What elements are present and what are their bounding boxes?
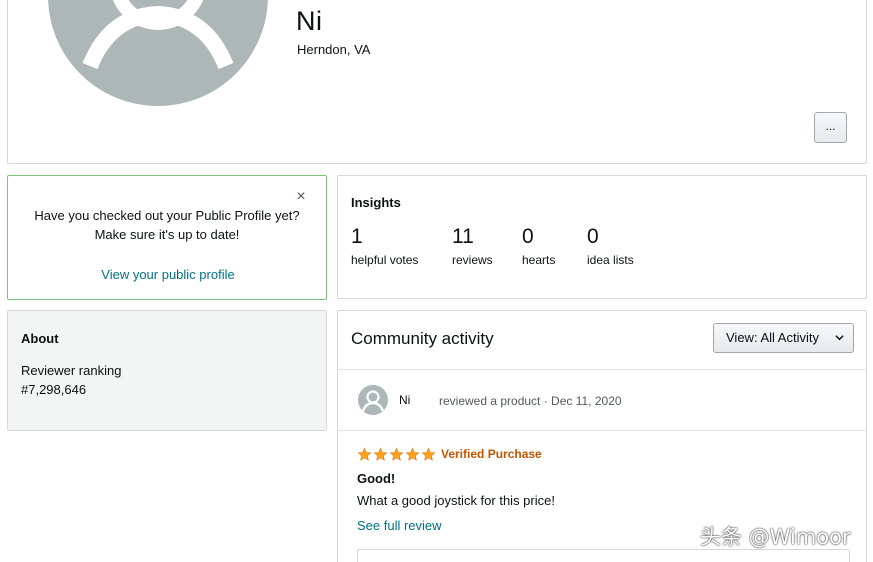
activity-meta: reviewed a product · Dec 11, 2020 bbox=[439, 394, 622, 408]
more-options-button[interactable]: ... bbox=[814, 112, 847, 143]
divider bbox=[338, 369, 866, 370]
close-icon[interactable]: × bbox=[293, 189, 309, 206]
stat-value: 11 bbox=[452, 225, 474, 248]
divider bbox=[338, 430, 866, 431]
activity-view-select[interactable]: View: All Activity bbox=[713, 323, 854, 353]
person-icon bbox=[82, 0, 234, 70]
stat-label: idea lists bbox=[587, 253, 634, 267]
reminder-line-1: Have you checked out your Public Profile… bbox=[34, 208, 300, 223]
view-public-profile-link[interactable]: View your public profile bbox=[8, 267, 328, 282]
insights-card: Insights 1 helpful votes 11 reviews 0 he… bbox=[337, 175, 867, 299]
reviewer-ranking-value: #7,298,646 bbox=[21, 382, 87, 397]
stat-label: hearts bbox=[522, 253, 556, 267]
public-profile-reminder: × Have you checked out your Public Profi… bbox=[7, 175, 327, 300]
reviewer-ranking-label: Reviewer ranking bbox=[21, 363, 122, 378]
user-avatar[interactable] bbox=[358, 385, 388, 415]
stat-value: 1 bbox=[351, 225, 363, 248]
star-icon bbox=[373, 447, 388, 461]
chevron-down-icon bbox=[835, 335, 844, 341]
activity-title: Community activity bbox=[351, 329, 494, 348]
profile-avatar bbox=[48, 0, 268, 106]
stat-label: helpful votes bbox=[351, 253, 419, 267]
stat-value: 0 bbox=[522, 225, 534, 248]
profile-name: Ni bbox=[296, 6, 323, 36]
star-icon bbox=[389, 447, 404, 461]
stat-hearts: 0 hearts bbox=[522, 225, 555, 267]
review-title: Good! bbox=[357, 471, 396, 486]
about-card: About Reviewer ranking #7,298,646 bbox=[7, 310, 327, 431]
star-icon bbox=[357, 447, 372, 461]
reminder-message: Have you checked out your Public Profile… bbox=[8, 206, 314, 244]
star-rating bbox=[357, 447, 436, 462]
stat-value: 0 bbox=[587, 225, 599, 248]
see-full-review-link[interactable]: See full review bbox=[357, 518, 442, 533]
verified-purchase-badge: Verified Purchase bbox=[441, 447, 542, 461]
view-select-label: View: All Activity bbox=[726, 330, 819, 345]
review-body: What a good joystick for this price! bbox=[357, 493, 555, 508]
reminder-line-2: Make sure it's up to date! bbox=[94, 227, 240, 242]
stat-idea-lists: 0 idea lists bbox=[587, 225, 634, 267]
stat-reviews[interactable]: 11 reviews bbox=[452, 225, 493, 267]
watermark: 头条 @Wimoor bbox=[700, 525, 851, 549]
stat-helpful-votes: 1 helpful votes bbox=[351, 225, 418, 267]
activity-user-name[interactable]: Ni bbox=[399, 393, 410, 407]
star-icon bbox=[421, 447, 436, 461]
insights-title: Insights bbox=[351, 195, 401, 210]
star-icon bbox=[405, 447, 420, 461]
profile-location: Herndon, VA bbox=[297, 42, 371, 57]
profile-header-card: Ni Herndon, VA ... bbox=[7, 0, 867, 164]
person-icon bbox=[361, 390, 385, 412]
about-title: About bbox=[21, 331, 59, 346]
stat-label: reviews bbox=[452, 253, 493, 267]
